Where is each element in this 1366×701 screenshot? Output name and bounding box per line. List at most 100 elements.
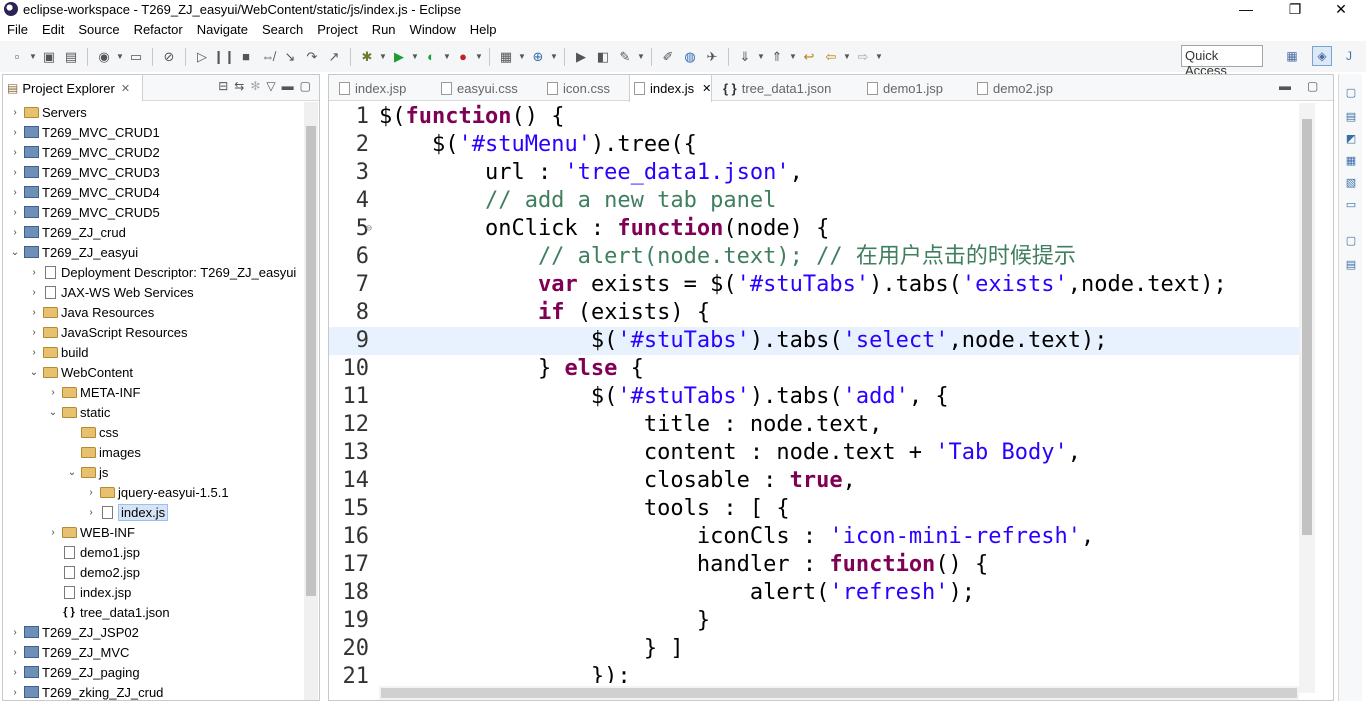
tree-item[interactable]: ⌄ T269_ZJ_easyui	[3, 242, 303, 262]
code-line[interactable]: 20 } ]	[329, 635, 1301, 663]
dropdown-arrow-icon[interactable]: ▼	[874, 47, 884, 67]
tree-item[interactable]: › T269_MVC_CRUD2	[3, 142, 303, 162]
editor-tab[interactable]: index.js ✕	[629, 75, 713, 102]
menu-navigate[interactable]: Navigate	[190, 22, 255, 37]
dropdown-arrow-icon[interactable]: ▼	[756, 47, 766, 67]
code-line[interactable]: 18 alert('refresh');	[329, 579, 1301, 607]
menu-search[interactable]: Search	[255, 22, 310, 37]
tree-item[interactable]: › Java Resources	[3, 302, 303, 322]
tab-project-explorer[interactable]: ▤ Project Explorer ✕	[3, 75, 143, 101]
open-type-icon[interactable]: ▶	[570, 47, 592, 67]
collapsed-arrow-icon[interactable]: ›	[28, 267, 40, 278]
code-line[interactable]: 17 handler : function() {	[329, 551, 1301, 579]
collapsed-arrow-icon[interactable]: ›	[9, 687, 21, 698]
tree-item[interactable]: › T269_zking_ZJ_crud	[3, 682, 303, 700]
view-menu-icon[interactable]: ▽	[266, 79, 275, 93]
code-line[interactable]: 15 tools : [ {	[329, 495, 1301, 523]
forward-icon[interactable]: ⇨	[852, 47, 874, 67]
dropdown-arrow-icon[interactable]: ▼	[115, 47, 125, 67]
code-line[interactable]: 1 $(function() {	[329, 103, 1301, 131]
tree-item[interactable]: › T269_ZJ_crud	[3, 222, 303, 242]
tree-item[interactable]: › T269_ZJ_JSP02	[3, 622, 303, 642]
menu-refactor[interactable]: Refactor	[127, 22, 190, 37]
new-icon[interactable]: ▫	[6, 47, 28, 67]
menu-project[interactable]: Project	[310, 22, 364, 37]
code-line[interactable]: 9 $('#stuTabs').tabs('select',node.text)…	[329, 327, 1301, 355]
tree-item[interactable]: › build	[3, 342, 303, 362]
tree-item[interactable]: › T269_ZJ_MVC	[3, 642, 303, 662]
save-icon[interactable]: ▣	[38, 47, 60, 67]
tree-item[interactable]: ⌄ js	[3, 462, 303, 482]
markers-icon[interactable]: ▤	[1343, 256, 1359, 272]
open-perspective-icon[interactable]: ▦	[1282, 46, 1302, 66]
tree-item[interactable]: › Deployment Descriptor: T269_ZJ_easyui	[3, 262, 303, 282]
tree-item[interactable]: › Servers	[3, 102, 303, 122]
tree-item[interactable]: › T269_MVC_CRUD3	[3, 162, 303, 182]
dropdown-arrow-icon[interactable]: ▼	[517, 47, 527, 67]
step-into-icon[interactable]: ↘	[279, 47, 301, 67]
editor-vertical-thumb[interactable]	[1302, 119, 1312, 535]
expanded-arrow-icon[interactable]: ⌄	[47, 407, 59, 418]
link-editor-icon[interactable]: ⇆	[234, 79, 244, 93]
dropdown-arrow-icon[interactable]: ▼	[28, 47, 38, 67]
code-line[interactable]: 4 // add a new tab panel	[329, 187, 1301, 215]
collapsed-arrow-icon[interactable]: ›	[85, 487, 97, 498]
collapsed-arrow-icon[interactable]: ›	[9, 207, 21, 218]
java-perspective-icon[interactable]: J	[1339, 46, 1359, 66]
collapsed-arrow-icon[interactable]: ›	[47, 527, 59, 538]
properties-icon[interactable]: ▧	[1343, 174, 1359, 190]
dropdown-arrow-icon[interactable]: ▼	[410, 47, 420, 67]
tree-item[interactable]: demo2.jsp	[3, 562, 303, 582]
tree-item[interactable]: css	[3, 422, 303, 442]
expanded-arrow-icon[interactable]: ⌄	[66, 467, 78, 478]
tree-item[interactable]: demo1.jsp	[3, 542, 303, 562]
tree-item[interactable]: ⌄ WebContent	[3, 362, 303, 382]
debug-icon[interactable]: ✱	[356, 47, 378, 67]
java-ee-perspective-icon[interactable]: ◈	[1312, 46, 1332, 66]
dropdown-arrow-icon[interactable]: ▼	[788, 47, 798, 67]
pen-icon[interactable]: ✐	[657, 47, 679, 67]
restore-button[interactable]: ❐	[1272, 0, 1318, 18]
tree-item[interactable]: › META-INF	[3, 382, 303, 402]
code-line[interactable]: 12 title : node.text,	[329, 411, 1301, 439]
collapsed-arrow-icon[interactable]: ›	[28, 347, 40, 358]
code-line[interactable]: 19 }	[329, 607, 1301, 635]
editor-horizontal-scrollbar[interactable]	[379, 686, 1299, 700]
tree-item[interactable]: › JAX-WS Web Services	[3, 282, 303, 302]
menu-help[interactable]: Help	[463, 22, 504, 37]
minimize-button[interactable]: —	[1223, 0, 1269, 18]
expanded-arrow-icon[interactable]: ⌄	[28, 367, 40, 378]
dropdown-arrow-icon[interactable]: ▼	[378, 47, 388, 67]
dropdown-arrow-icon[interactable]: ▼	[549, 47, 559, 67]
editor-tab[interactable]: index.jsp	[335, 75, 406, 101]
menu-file[interactable]: File	[0, 22, 35, 37]
task-list-icon[interactable]: ▤	[1343, 108, 1359, 124]
menu-window[interactable]: Window	[403, 22, 463, 37]
run-icon[interactable]: ▶	[388, 47, 410, 67]
close-tab-icon[interactable]: ✕	[702, 82, 711, 95]
terminal-icon[interactable]: ▭	[125, 47, 147, 67]
code-line[interactable]: 14 closable : true,	[329, 467, 1301, 495]
palette-icon[interactable]: ▦	[1343, 152, 1359, 168]
editor-tab[interactable]: icon.css	[543, 75, 610, 101]
tree-item[interactable]: ⌄ static	[3, 402, 303, 422]
minimize-view-icon[interactable]: ▬	[282, 79, 294, 93]
tree-item[interactable]: › index.js	[3, 502, 303, 522]
tree-item[interactable]: images	[3, 442, 303, 462]
last-edit-icon[interactable]: ↩	[798, 47, 820, 67]
quick-access-field[interactable]: Quick Access	[1181, 45, 1263, 78]
coverage-icon[interactable]: ◐	[420, 47, 442, 67]
tree-item[interactable]: › T269_ZJ_paging	[3, 662, 303, 682]
collapsed-arrow-icon[interactable]: ›	[9, 127, 21, 138]
code-line[interactable]: 5 ⊖ onClick : function(node) {	[329, 215, 1301, 243]
back-icon[interactable]: ⇦	[820, 47, 842, 67]
collapsed-arrow-icon[interactable]: ›	[9, 647, 21, 658]
code-line[interactable]: 7 var exists = $('#stuTabs').tabs('exist…	[329, 271, 1301, 299]
code-line[interactable]: 10 } else {	[329, 355, 1301, 383]
editor-vertical-scrollbar[interactable]	[1299, 103, 1315, 693]
menu-source[interactable]: Source	[71, 22, 126, 37]
tree-item[interactable]: › WEB-INF	[3, 522, 303, 542]
dropdown-arrow-icon[interactable]: ▼	[636, 47, 646, 67]
tree-item[interactable]: › JavaScript Resources	[3, 322, 303, 342]
collapsed-arrow-icon[interactable]: ›	[47, 387, 59, 398]
